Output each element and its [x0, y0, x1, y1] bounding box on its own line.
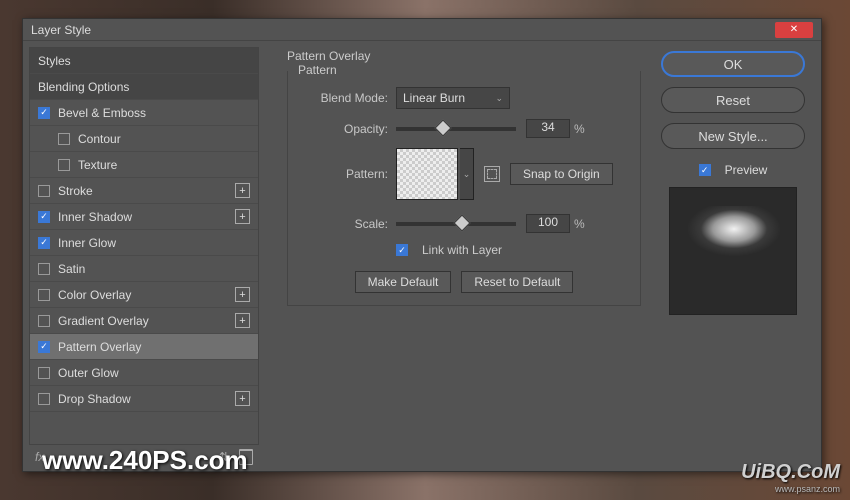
checkbox-icon[interactable]: [58, 159, 70, 171]
right-panel: OK Reset New Style... ✓ Preview: [655, 41, 821, 471]
sidebar-item-blending[interactable]: Blending Options: [30, 74, 258, 100]
reset-default-button[interactable]: Reset to Default: [461, 271, 573, 293]
checkbox-icon[interactable]: [38, 393, 50, 405]
add-icon[interactable]: +: [235, 391, 250, 406]
checkbox-icon[interactable]: [38, 315, 50, 327]
blend-mode-label: Blend Mode:: [300, 91, 388, 105]
checkbox-icon[interactable]: ✓: [38, 211, 50, 223]
sidebar-item-drop-shadow[interactable]: Drop Shadow +: [30, 386, 258, 412]
titlebar: Layer Style ✕: [23, 19, 821, 41]
scale-label: Scale:: [300, 217, 388, 231]
slider-thumb-icon[interactable]: [454, 214, 471, 231]
dialog-title: Layer Style: [31, 23, 91, 37]
checkbox-icon[interactable]: [38, 185, 50, 197]
fieldset-legend: Pattern: [294, 63, 341, 77]
sidebar-item-bevel[interactable]: ✓Bevel & Emboss: [30, 100, 258, 126]
pattern-swatch[interactable]: [396, 148, 458, 200]
checkbox-icon[interactable]: ✓: [38, 107, 50, 119]
pattern-label: Pattern:: [300, 167, 388, 181]
sidebar-item-satin[interactable]: Satin: [30, 256, 258, 282]
sidebar-item-styles[interactable]: Styles: [30, 48, 258, 74]
sidebar-item-color-overlay[interactable]: Color Overlay +: [30, 282, 258, 308]
slider-thumb-icon[interactable]: [434, 119, 451, 136]
new-style-button[interactable]: New Style...: [661, 123, 805, 149]
sidebar-item-outer-glow[interactable]: Outer Glow: [30, 360, 258, 386]
reset-button[interactable]: Reset: [661, 87, 805, 113]
watermark: www.240PS.com: [42, 445, 248, 476]
opacity-label: Opacity:: [300, 122, 388, 136]
preview-label: Preview: [725, 163, 768, 177]
preview-toggle[interactable]: ✓ Preview: [699, 163, 768, 177]
scale-unit: %: [574, 217, 585, 231]
add-icon[interactable]: +: [235, 209, 250, 224]
settings-panel: Pattern Overlay Pattern Blend Mode: Line…: [265, 41, 655, 471]
group-title: Pattern Overlay: [287, 49, 641, 63]
sidebar-item-stroke[interactable]: Stroke +: [30, 178, 258, 204]
link-label: Link with Layer: [422, 243, 502, 257]
ok-button[interactable]: OK: [661, 51, 805, 77]
checkbox-icon[interactable]: [38, 263, 50, 275]
add-icon[interactable]: +: [235, 313, 250, 328]
chevron-down-icon: ⌄: [495, 93, 503, 104]
checkbox-icon[interactable]: [58, 133, 70, 145]
scale-input[interactable]: 100: [526, 214, 570, 233]
checkbox-icon[interactable]: ✓: [38, 341, 50, 353]
new-preset-icon[interactable]: [484, 166, 500, 182]
checkbox-icon[interactable]: ✓: [699, 164, 711, 176]
sidebar-item-pattern-overlay[interactable]: ✓Pattern Overlay: [30, 334, 258, 360]
opacity-input[interactable]: 34: [526, 119, 570, 138]
scale-slider[interactable]: [396, 222, 516, 226]
snap-origin-button[interactable]: Snap to Origin: [510, 163, 613, 185]
effects-list: Styles Blending Options ✓Bevel & Emboss …: [29, 47, 259, 445]
pattern-fieldset: Pattern Blend Mode: Linear Burn ⌄ Opacit…: [287, 71, 641, 306]
add-icon[interactable]: +: [235, 287, 250, 302]
opacity-unit: %: [574, 122, 585, 136]
checkbox-icon[interactable]: [38, 289, 50, 301]
layer-style-dialog: Layer Style ✕ Styles Blending Options ✓B…: [22, 18, 822, 472]
blend-mode-select[interactable]: Linear Burn ⌄: [396, 87, 510, 109]
sidebar-item-inner-shadow[interactable]: ✓Inner Shadow +: [30, 204, 258, 230]
preview-thumbnail: [688, 206, 780, 298]
checkbox-icon[interactable]: [38, 367, 50, 379]
close-icon: ✕: [790, 24, 798, 35]
preview-box: [669, 187, 797, 315]
make-default-button[interactable]: Make Default: [355, 271, 452, 293]
opacity-slider[interactable]: [396, 127, 516, 131]
watermark: UiBQ.CoM www.psanz.com: [741, 461, 840, 494]
pattern-dropdown[interactable]: ⌄: [460, 148, 474, 200]
effects-panel: Styles Blending Options ✓Bevel & Emboss …: [23, 41, 265, 471]
link-checkbox[interactable]: ✓: [396, 244, 408, 256]
sidebar-item-contour[interactable]: Contour: [30, 126, 258, 152]
add-icon[interactable]: +: [235, 183, 250, 198]
sidebar-item-texture[interactable]: Texture: [30, 152, 258, 178]
close-button[interactable]: ✕: [775, 22, 813, 38]
sidebar-item-inner-glow[interactable]: ✓Inner Glow: [30, 230, 258, 256]
sidebar-item-gradient-overlay[interactable]: Gradient Overlay +: [30, 308, 258, 334]
checkbox-icon[interactable]: ✓: [38, 237, 50, 249]
